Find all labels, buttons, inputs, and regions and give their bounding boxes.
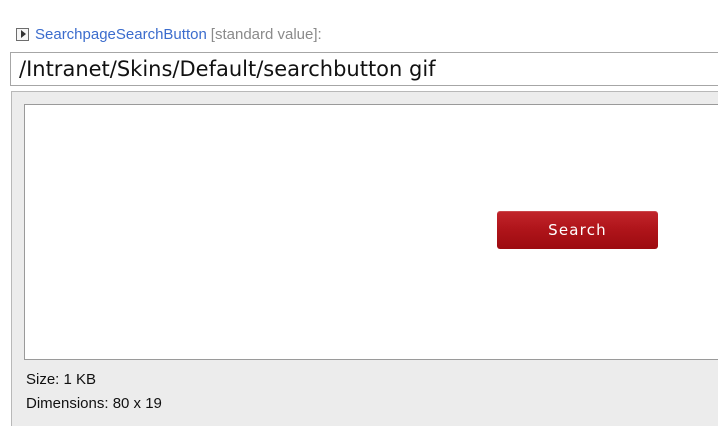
search-button-image: Search xyxy=(497,211,658,249)
expand-triangle-icon[interactable] xyxy=(16,27,29,41)
image-size-info: Size: 1 KB xyxy=(26,371,97,388)
image-path-input[interactable] xyxy=(10,52,718,86)
field-name-label: SearchpageSearchButton xyxy=(35,25,207,43)
standard-value-label: [standard value] xyxy=(210,25,318,43)
field-colon: : xyxy=(317,25,322,43)
image-preview-canvas[interactable]: Search xyxy=(24,104,718,360)
field-header: SearchpageSearchButton [standard value]: xyxy=(16,24,322,44)
image-dimensions-info: Dimensions: 80 x 19 xyxy=(26,395,162,412)
image-preview-panel: Search Size: 1 KB Dimensions: 80 x 19 xyxy=(11,91,718,426)
